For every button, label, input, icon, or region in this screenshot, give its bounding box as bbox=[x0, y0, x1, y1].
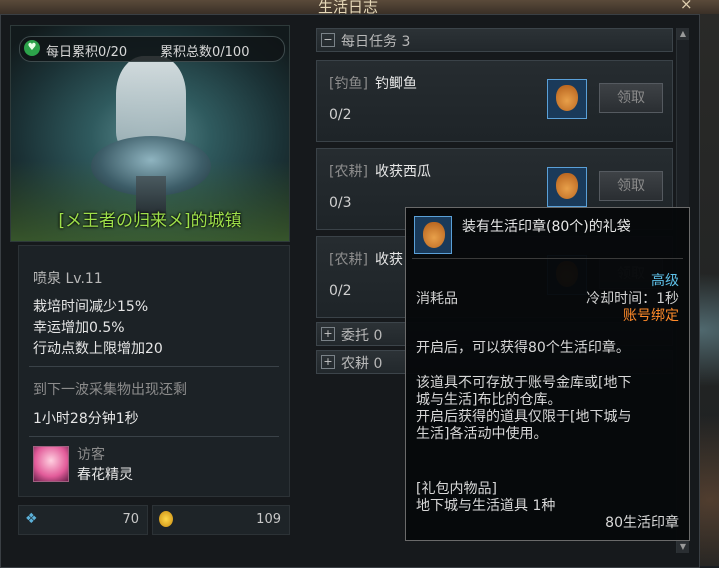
gift-bag-icon bbox=[556, 85, 578, 111]
tooltip-item-slot bbox=[414, 216, 452, 254]
heart-icon: ♥ bbox=[24, 40, 40, 56]
daily-tasks-header[interactable]: − 每日任务 3 bbox=[316, 28, 673, 52]
town-scene: ♥ 每日累积0/20 累积总数0/100 [メ王者の归来メ]的城镇 bbox=[10, 25, 290, 242]
claim-button[interactable]: 领取 bbox=[599, 171, 663, 201]
accumulation-bar: ♥ 每日累积0/20 累积总数0/100 bbox=[19, 36, 285, 62]
item-tooltip: 装有生活印章(80个)的礼袋 高级 消耗品 冷却时间：1秒 账号绑定 开启后，可… bbox=[405, 207, 690, 541]
visitor-avatar[interactable] bbox=[33, 446, 69, 482]
task-category: [农耕] bbox=[329, 164, 368, 180]
task-name: 收获 bbox=[375, 252, 403, 268]
item-note-4: 生活]各活动中使用。 bbox=[416, 426, 548, 442]
claim-button[interactable]: 领取 bbox=[599, 83, 663, 113]
daily-accum: 每日累积0/20 bbox=[46, 45, 128, 60]
gift-bag-icon bbox=[423, 222, 445, 248]
daily-tasks-label: 每日任务 3 bbox=[341, 34, 411, 50]
paw-icon: ❖ bbox=[25, 511, 38, 527]
farming-label: 农耕 0 bbox=[341, 356, 383, 372]
task-name: 收获西瓜 bbox=[375, 164, 431, 180]
next-spawn-label: 到下一波采集物出现还剩 bbox=[33, 382, 187, 398]
paw-stat: ❖ 70 bbox=[18, 505, 148, 535]
item-grade: 高级 bbox=[651, 273, 679, 289]
effect-1: 栽培时间减少15% bbox=[33, 299, 149, 315]
commission-label: 委托 0 bbox=[341, 328, 383, 344]
task-name: 钓鲫鱼 bbox=[375, 76, 417, 92]
coin-value: 109 bbox=[256, 512, 281, 527]
effect-3: 行动点数上限增加20 bbox=[33, 341, 163, 357]
tooltip-divider bbox=[412, 258, 683, 259]
coin-stat: 109 bbox=[152, 505, 290, 535]
task-progress: 0/2 bbox=[329, 107, 352, 123]
facility-level: 喷泉 Lv.11 bbox=[33, 271, 103, 287]
gift-bag-icon bbox=[556, 173, 578, 199]
item-note-1: 该道具不可存放于账号金库或[地下 bbox=[416, 375, 632, 391]
expand-icon[interactable]: + bbox=[321, 355, 335, 369]
scroll-up-icon[interactable]: ▲ bbox=[677, 28, 689, 40]
task-progress: 0/2 bbox=[329, 283, 352, 299]
tooltip-title: 装有生活印章(80个)的礼袋 bbox=[462, 219, 631, 235]
reward-slot[interactable] bbox=[547, 167, 587, 207]
visitor-label: 访客 bbox=[77, 447, 105, 463]
item-note-3: 开启后获得的道具仅限于[地下城与 bbox=[416, 409, 632, 425]
reward-slot[interactable] bbox=[547, 79, 587, 119]
left-panel: ♥ 每日累积0/20 累积总数0/100 [メ王者の归来メ]的城镇 喷泉 Lv.… bbox=[10, 25, 290, 555]
item-type: 消耗品 bbox=[416, 291, 458, 307]
divider bbox=[29, 366, 279, 367]
item-bind: 账号绑定 bbox=[623, 308, 679, 324]
collapse-icon[interactable]: − bbox=[321, 33, 335, 47]
paw-value: 70 bbox=[122, 512, 139, 527]
effect-2: 幸运增加0.5% bbox=[33, 320, 125, 336]
task-progress: 0/3 bbox=[329, 195, 352, 211]
contents-amount: 80生活印章 bbox=[605, 515, 679, 531]
total-accum: 累积总数0/100 bbox=[160, 45, 250, 60]
town-title: [メ王者の归来メ]的城镇 bbox=[58, 211, 242, 231]
next-spawn-time: 1小时28分钟1秒 bbox=[33, 411, 139, 427]
visitor-name: 春花精灵 bbox=[77, 467, 133, 483]
task-category: [农耕] bbox=[329, 252, 368, 268]
title-bar: 生活日志 × bbox=[0, 0, 719, 16]
task-card: [钓鱼] 钓鲫鱼 0/2 领取 bbox=[316, 60, 673, 142]
facility-info: 喷泉 Lv.11 栽培时间减少15% 幸运增加0.5% 行动点数上限增加20 到… bbox=[18, 245, 290, 497]
scroll-down-icon[interactable]: ▼ bbox=[677, 541, 689, 553]
coin-icon bbox=[159, 511, 173, 527]
contents-label: [礼包内物品] bbox=[416, 481, 497, 497]
divider bbox=[29, 436, 279, 437]
expand-icon[interactable]: + bbox=[321, 327, 335, 341]
task-category: [钓鱼] bbox=[329, 76, 368, 92]
contents-item: 地下城与生活道具 1种 bbox=[416, 498, 556, 514]
close-icon[interactable]: × bbox=[680, 0, 693, 13]
item-desc: 开启后，可以获得80个生活印章。 bbox=[416, 340, 630, 356]
item-note-2: 城与生活]布比的仓库。 bbox=[416, 392, 562, 408]
